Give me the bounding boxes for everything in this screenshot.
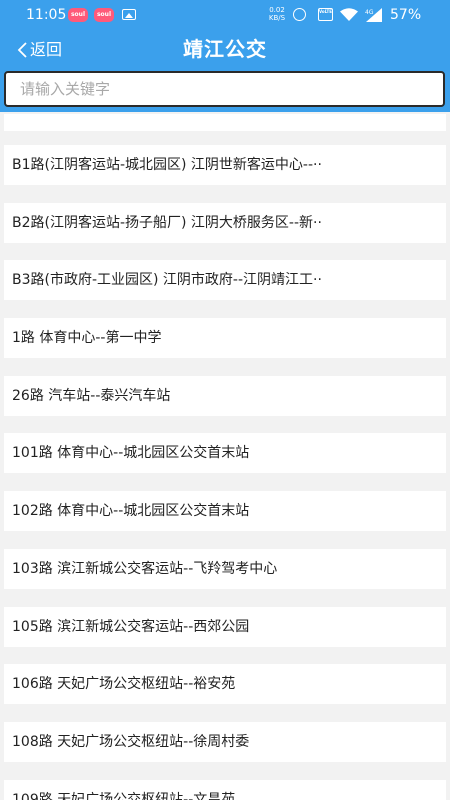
list-gap <box>4 131 446 145</box>
route-item[interactable]: 101路 体育中心--城北园区公交首末站 <box>4 433 446 474</box>
route-item[interactable]: 105路 滨江新城公交客运站--西郊公园 <box>4 606 446 647</box>
app-notification-icon: soul <box>94 8 114 22</box>
nav-bar: 返回 靖江公交 <box>0 30 450 70</box>
search-input[interactable] <box>6 73 443 105</box>
battery-level: 57% <box>390 7 422 23</box>
route-item[interactable]: B3路(市政府-工业园区) 江阴市政府--江阴靖江工·· <box>4 260 446 301</box>
app-notification-icon: soul <box>68 8 88 22</box>
route-item[interactable]: 103路 滨江新城公交客运站--飞羚驾考中心 <box>4 548 446 589</box>
volte-icon: VoLTE <box>318 8 333 21</box>
page-title: 靖江公交 <box>183 37 267 61</box>
image-notification-icon <box>122 9 136 20</box>
wifi-icon <box>340 8 358 21</box>
status-time: 11:05 <box>26 7 67 23</box>
signal-icon: 4G <box>365 8 382 22</box>
network-speed: 0.02 KB/S <box>267 6 287 22</box>
status-bar: 11:05 soul soul 0.02 KB/S VoLTE 4G 57% <box>0 0 450 30</box>
alarm-icon <box>293 8 306 21</box>
route-item[interactable]: 106路 天妃广场公交枢纽站--裕安苑 <box>4 664 446 705</box>
route-item[interactable]: 1路 体育中心--第一中学 <box>4 318 446 359</box>
network-speed-value: 0.02 <box>269 6 285 14</box>
route-item[interactable]: 102路 体育中心--城北园区公交首末站 <box>4 491 446 532</box>
route-item[interactable]: B1路(江阴客运站-城北园区) 江阴世新客运中心--·· <box>4 145 446 185</box>
route-item[interactable]: 108路 天妃广场公交枢纽站--徐周村委 <box>4 721 446 762</box>
route-item[interactable]: 109路 天妃广场公交枢纽站--文昌苑 <box>4 779 446 800</box>
search-box <box>4 71 445 107</box>
network-speed-unit: KB/S <box>268 14 286 22</box>
route-item[interactable]: B2路(江阴客运站-扬子船厂) 江阴大桥服务区--新·· <box>4 202 446 243</box>
route-list: B1路(江阴客运站-城北园区) 江阴世新客运中心--·· B2路(江阴客运站-扬… <box>4 114 446 800</box>
list-spacer <box>4 114 446 131</box>
route-item[interactable]: 26路 汽车站--泰兴汽车站 <box>4 375 446 416</box>
app-header: 11:05 soul soul 0.02 KB/S VoLTE 4G 57% 返… <box>0 0 450 112</box>
network-type: 4G <box>365 9 374 16</box>
